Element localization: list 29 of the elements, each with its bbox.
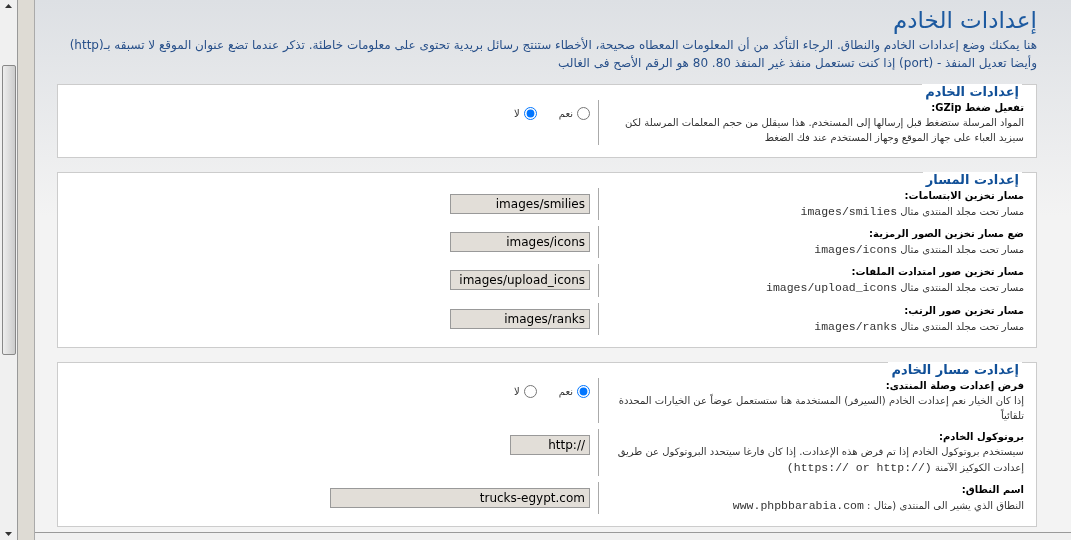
setting-label: مسار تخزين الابتسامات:: [903, 188, 1024, 203]
setting-label: اسم النطاق:: [960, 483, 1024, 498]
input-field[interactable]: trucks-egypt.com: [330, 488, 590, 509]
radio-option[interactable]: لا: [514, 383, 537, 399]
input-field[interactable]: images/icons: [450, 232, 590, 253]
input-field[interactable]: images/upload_icons: [450, 270, 590, 291]
page-title: إعدادات الخادم: [892, 6, 1037, 36]
setting-label: مسار تخزين صور الرتب:: [903, 303, 1024, 318]
input-field[interactable]: images/ranks: [450, 308, 590, 329]
setting-label: مسار تخزين صور امتدادت الملفات:: [850, 265, 1024, 280]
input-field[interactable]: http://: [510, 434, 590, 455]
setting-label: ضع مسار تخزين الصور الرمزية:: [868, 227, 1024, 242]
setting-description: المواد المرسلة ستضغط قبل إرسالها إلى المستخدم. هذا سيقلل من حجم المعلمات المرسلة لكن سيزيد العباء على جهاز الموقع وجهاز المستخدم عند فك الضغط: [624, 115, 1024, 145]
setting-description: إذا كان الخيار نعم إعدادت الخادم (السيرفر) المستخدمة هنا ستستعمل عوضاً عن الخيارات المحددة تلقائياً: [617, 393, 1024, 423]
scroll-down-icon[interactable]: [5, 532, 12, 536]
section-legend: إعدادت مسار الخادم: [888, 361, 1022, 378]
scroll-thumb[interactable]: [1, 65, 16, 355]
setting-label: بروتوكول الخادم:: [937, 429, 1024, 444]
radio-option[interactable]: نعم: [558, 105, 590, 121]
setting-label: تفعيل ضغط GZip:: [930, 100, 1024, 115]
scrollbar[interactable]: [0, 0, 18, 540]
intro-text: هنا يمكنك وضع إعدادات الخادم والنطاق. الرجاء التأكد من أن المعلومات المعطاه صحيحة، الأخطاء ستنتج رسائل بريدية تحتوى على معلومات خاطئة. تذكر عندما تضع عنوان الموقع لا تسبقه بـ(http) وأيضا تعديل المنفذ - (port) إذا كنت تستعمل منفذ غير المنفذ 80. 80 هو الرقم الأصح فى الغالب: [68, 35, 1037, 72]
section-legend: إعدادت المسار: [922, 171, 1022, 188]
radio-option[interactable]: نعم: [558, 383, 590, 399]
input-field[interactable]: images/smilies: [450, 193, 590, 214]
radio-option[interactable]: لا: [514, 105, 537, 121]
section-legend: إعدادات الخادم: [922, 83, 1022, 100]
scroll-up-icon[interactable]: [5, 4, 12, 8]
setting-label: فرض إعدادت وصلة المنتدى:: [884, 378, 1024, 393]
